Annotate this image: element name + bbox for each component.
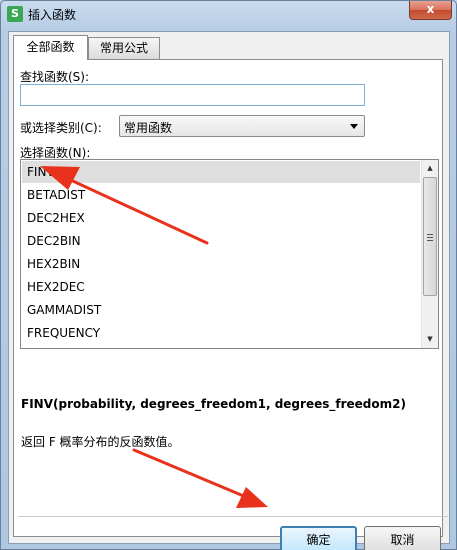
- list-item-dec2bin[interactable]: DEC2BIN: [22, 230, 420, 252]
- chevron-down-icon: [350, 124, 358, 129]
- ok-button[interactable]: 确定: [280, 526, 357, 550]
- search-input[interactable]: [20, 84, 365, 106]
- close-icon: x: [426, 2, 435, 16]
- category-label: 或选择类别(C):: [20, 121, 102, 135]
- dialog-client-area: 全部函数 常用公式 查找函数(S): 或选择类别(C): 常用函数 选择函数(N…: [8, 31, 450, 550]
- tab-common-formulas[interactable]: 常用公式: [88, 37, 160, 59]
- list-item-finv[interactable]: FINV: [22, 161, 420, 183]
- list-item-hex2dec[interactable]: HEX2DEC: [22, 276, 420, 298]
- search-label: 查找函数(S):: [20, 70, 90, 84]
- function-description: 返回 F 概率分布的反函数值。: [21, 435, 180, 449]
- scroll-up-icon[interactable]: ▲: [422, 160, 438, 177]
- grip-icon: [427, 234, 433, 241]
- close-button[interactable]: x: [409, 1, 452, 20]
- scroll-down-icon[interactable]: ▼: [422, 331, 438, 348]
- category-selected-value: 常用函数: [124, 121, 173, 135]
- divider: [18, 516, 448, 517]
- app-icon: S: [7, 6, 23, 22]
- scrollbar-thumb[interactable]: [423, 177, 437, 296]
- dialog-title: 插入函数: [28, 8, 77, 22]
- dialog-window: S 插入函数 x 全部函数 常用公式 查找函数(S): 或选择类别(C): 常用…: [0, 0, 457, 550]
- category-select[interactable]: 常用函数: [119, 115, 365, 137]
- title-bar[interactable]: S 插入函数: [1, 1, 456, 27]
- function-signature: FINV(probability, degrees_freedom1, degr…: [21, 397, 406, 411]
- cancel-button[interactable]: 取消: [364, 526, 441, 550]
- tab-all-functions[interactable]: 全部函数: [13, 35, 88, 60]
- list-item-gammadist[interactable]: GAMMADIST: [22, 299, 420, 321]
- list-item-frequency[interactable]: FREQUENCY: [22, 322, 420, 344]
- list-item-hex2bin[interactable]: HEX2BIN: [22, 253, 420, 275]
- function-list[interactable]: FINV BETADIST DEC2HEX DEC2BIN HEX2BIN HE…: [20, 159, 439, 349]
- list-item-betadist[interactable]: BETADIST: [22, 184, 420, 206]
- list-item-dec2hex[interactable]: DEC2HEX: [22, 207, 420, 229]
- tab-panel-all-functions: 查找函数(S): 或选择类别(C): 常用函数 选择函数(N): FINV BE…: [13, 59, 448, 550]
- list-scrollbar[interactable]: ▲ ▼: [421, 160, 438, 348]
